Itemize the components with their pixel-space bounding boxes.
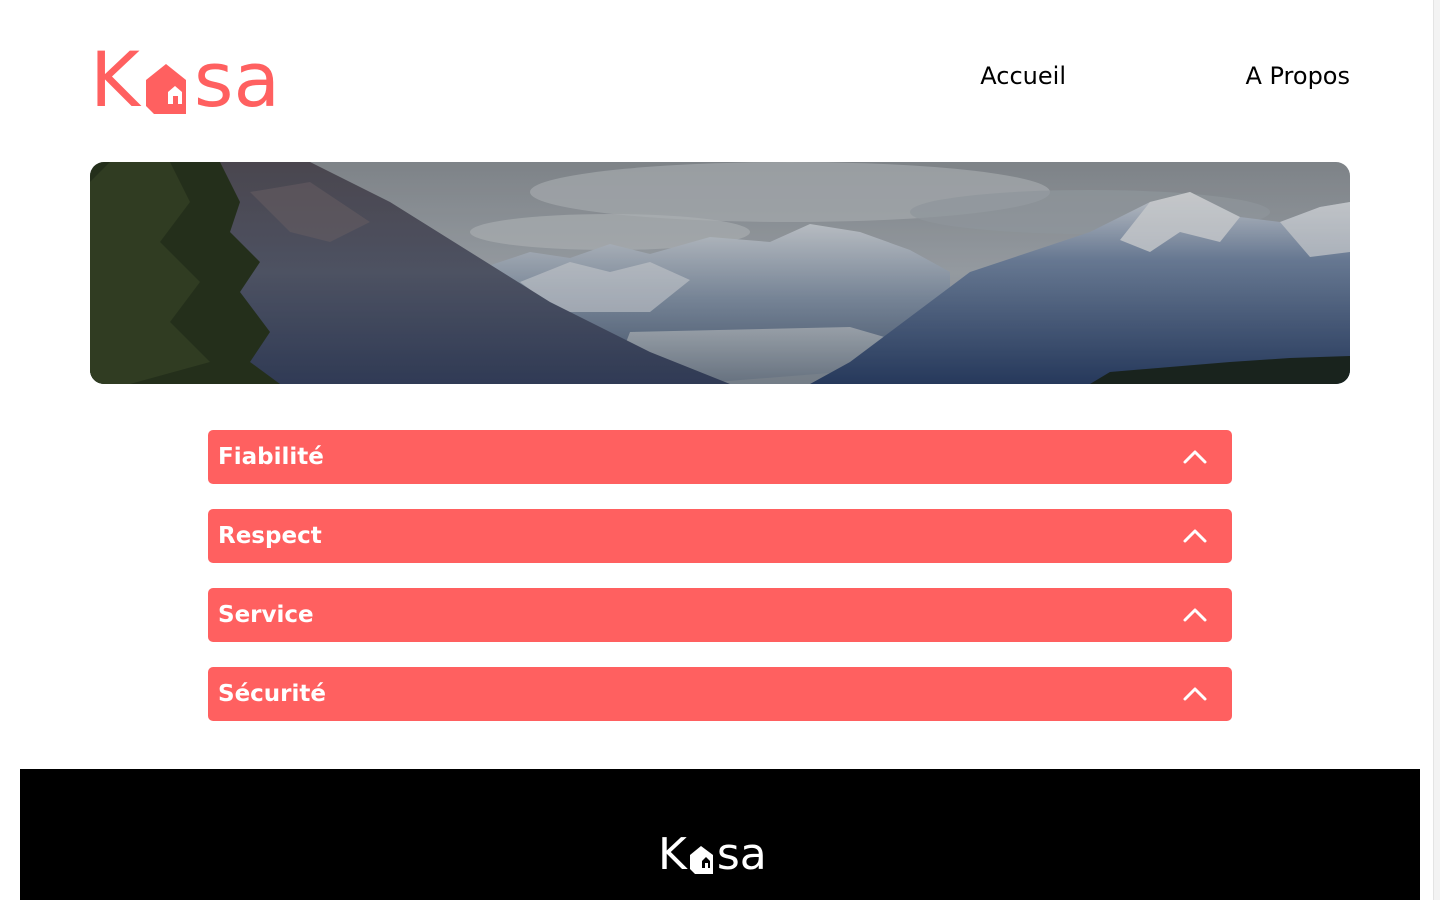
footer-logo-letters-sa: sa xyxy=(716,829,767,880)
footer-logo: K sa xyxy=(658,833,767,877)
site-header: K sa Accueil A Propos xyxy=(90,40,1350,120)
banner-image xyxy=(90,162,1350,384)
values-accordion: Fiabilité Respect Service Sécurité xyxy=(208,430,1232,746)
brand-logo[interactable]: K sa xyxy=(90,40,280,120)
collapse-title: Fiabilité xyxy=(218,444,324,470)
house-icon xyxy=(142,42,192,118)
nav-link-about[interactable]: A Propos xyxy=(1245,62,1350,90)
collapse-title: Service xyxy=(218,602,314,628)
collapse-service[interactable]: Service xyxy=(208,588,1232,642)
nav-link-home[interactable]: Accueil xyxy=(980,62,1066,90)
chevron-up-icon[interactable] xyxy=(1182,449,1208,465)
house-icon xyxy=(688,833,716,877)
collapse-title: Respect xyxy=(218,523,322,549)
collapse-respect[interactable]: Respect xyxy=(208,509,1232,563)
site-footer: K sa xyxy=(20,769,1420,900)
about-page: K sa Accueil A Propos Fiabilité Respect … xyxy=(0,0,1440,900)
collapse-fiabilite[interactable]: Fiabilité xyxy=(208,430,1232,484)
collapse-title: Sécurité xyxy=(218,681,326,707)
chevron-up-icon[interactable] xyxy=(1182,686,1208,702)
collapse-securite[interactable]: Sécurité xyxy=(208,667,1232,721)
chevron-up-icon[interactable] xyxy=(1182,528,1208,544)
logo-letter-k: K xyxy=(90,35,140,124)
chevron-up-icon[interactable] xyxy=(1182,607,1208,623)
footer-logo-letter-k: K xyxy=(658,829,687,880)
logo-letters-sa: sa xyxy=(193,35,281,124)
scrollbar[interactable] xyxy=(1433,0,1440,900)
